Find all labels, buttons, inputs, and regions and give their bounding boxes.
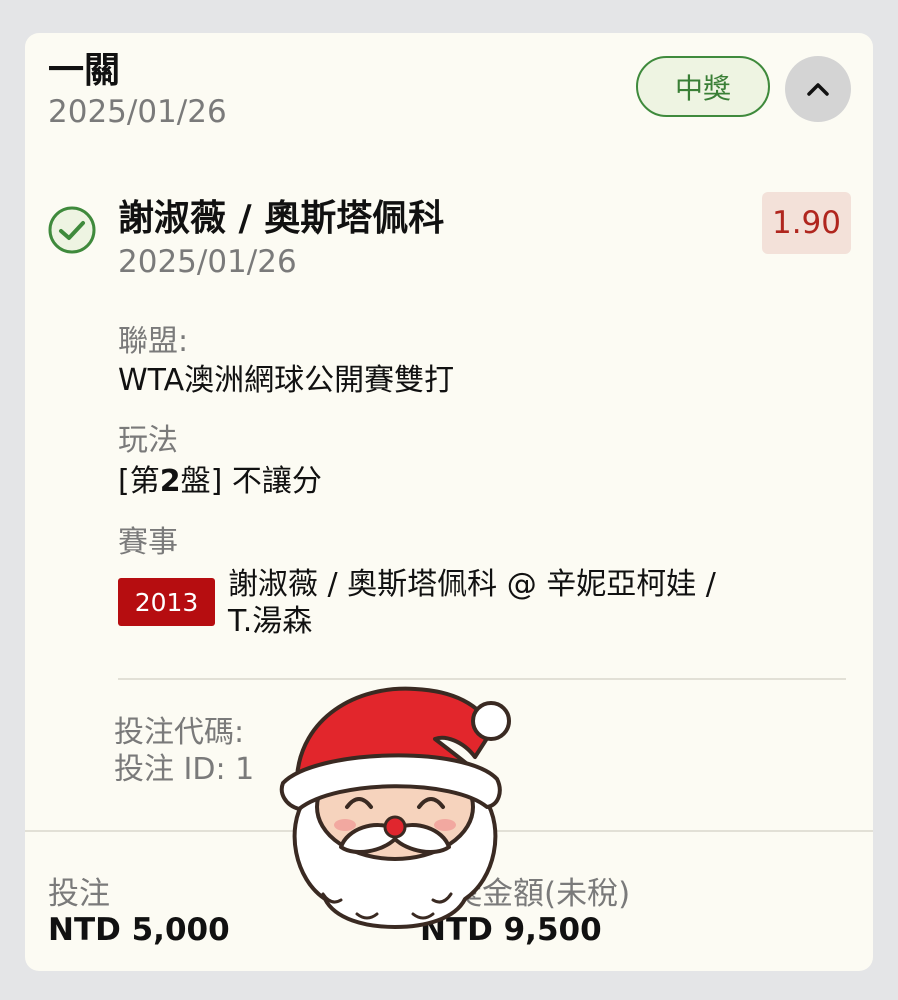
league-value-text: WTA澳洲網球公開賽雙打 <box>118 363 455 398</box>
selection-title: 謝淑薇 / 奧斯塔佩科 <box>118 198 445 239</box>
market-mid: 盤] <box>180 464 223 499</box>
market-prefix: [第 <box>118 464 160 499</box>
bet-slip-card: 一關 2025/01/26 中獎 謝淑薇 / 奧斯塔佩科 2025/01/26 … <box>25 33 873 971</box>
bet-id: 投注 ID: 1 <box>114 752 255 787</box>
stake-label: 投注 <box>48 876 110 912</box>
odds-badge: 1.90 <box>762 192 851 254</box>
league-value: WTA澳洲網球公開賽雙打 <box>118 366 454 396</box>
market-value: [第2盤] 不讓分 <box>118 467 322 497</box>
league-label: 聯盟: <box>118 324 189 359</box>
stake-value: NTD 5,000 <box>48 912 230 948</box>
collapse-button[interactable] <box>785 56 851 122</box>
market-suffix: 不讓分 <box>222 464 322 499</box>
market-label: 玩法 <box>118 423 178 458</box>
bet-date: 2025/01/26 <box>48 94 227 130</box>
status-badge: 中獎 <box>636 56 770 117</box>
event-name: 謝淑薇 / 奧斯塔佩科 @ 辛妮亞柯娃 / T.湯森 <box>228 567 716 639</box>
event-code-badge: 2013 <box>118 578 215 626</box>
bet-type-title: 一關 <box>48 50 121 91</box>
santa-claus-sticker <box>279 686 511 929</box>
market-number: 2 <box>159 464 181 499</box>
event-label: 賽事 <box>118 525 178 560</box>
selection-date: 2025/01/26 <box>118 244 297 280</box>
bet-code: 投注代碼: <box>114 715 245 750</box>
chevron-up-icon <box>807 83 829 96</box>
check-circle-icon <box>48 206 96 254</box>
